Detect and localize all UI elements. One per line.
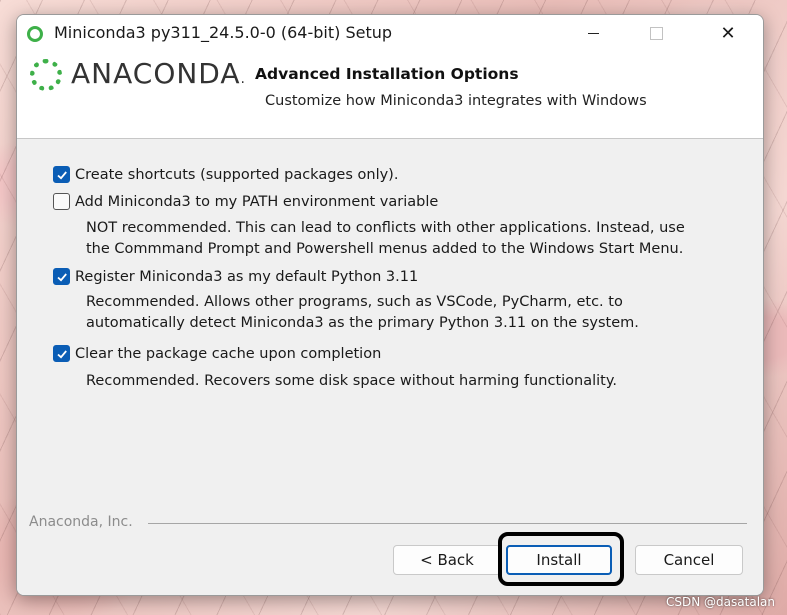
register-python-checkbox[interactable] (53, 268, 70, 285)
cancel-button[interactable]: Cancel (635, 545, 743, 575)
option-clear-cache[interactable]: Clear the package cache upon completion (53, 345, 381, 362)
description-line: the Commmand Prompt and Powershell menus… (86, 241, 684, 257)
page-subtitle: Customize how Miniconda3 integrates with… (265, 93, 647, 109)
close-icon: ✕ (720, 22, 736, 44)
register-python-description: Recommended. Allows other programs, such… (86, 292, 639, 334)
add-to-path-description: NOT recommended. This can lead to confli… (86, 218, 685, 260)
option-add-to-path[interactable]: Add Miniconda3 to my PATH environment va… (53, 193, 438, 210)
minimize-button[interactable] (570, 15, 616, 51)
logo-dot: . (240, 71, 246, 87)
maximize-icon (649, 26, 663, 40)
register-python-label: Register Miniconda3 as my default Python… (75, 268, 419, 285)
back-button[interactable]: < Back (393, 545, 501, 575)
description-line: automatically detect Miniconda3 as the p… (86, 315, 639, 331)
setup-window: Miniconda3 py311_24.5.0-0 (64-bit) Setup… (16, 14, 764, 596)
window-title: Miniconda3 py311_24.5.0-0 (64-bit) Setup (54, 23, 393, 42)
clear-cache-description: Recommended. Recovers some disk space wi… (86, 371, 617, 392)
description-line: Recommended. Recovers some disk space wi… (86, 373, 617, 389)
title-bar[interactable]: Miniconda3 py311_24.5.0-0 (64-bit) Setup… (17, 15, 763, 51)
close-button[interactable]: ✕ (705, 15, 751, 51)
option-create-shortcuts[interactable]: Create shortcuts (supported packages onl… (53, 166, 398, 183)
footer-divider (148, 523, 747, 524)
checkmark-icon (56, 272, 67, 281)
checkmark-icon (56, 349, 67, 358)
app-icon (27, 26, 43, 42)
page-title: Advanced Installation Options (255, 65, 519, 83)
checkmark-icon (56, 170, 67, 179)
description-line: NOT recommended. This can lead to confli… (86, 220, 685, 236)
option-register-python[interactable]: Register Miniconda3 as my default Python… (53, 268, 418, 285)
add-to-path-checkbox[interactable] (53, 193, 70, 210)
create-shortcuts-checkbox[interactable] (53, 166, 70, 183)
clear-cache-checkbox[interactable] (53, 345, 70, 362)
description-line: Recommended. Allows other programs, such… (86, 294, 623, 310)
minimize-icon (587, 32, 599, 34)
logo-text: ANACONDA (71, 57, 241, 90)
anaconda-logo-icon (30, 59, 62, 91)
maximize-button (633, 15, 679, 51)
anaconda-logo: ANACONDA. (71, 57, 246, 90)
watermark: CSDN @dasatalan (666, 595, 775, 609)
clear-cache-label: Clear the package cache upon completion (75, 345, 382, 362)
create-shortcuts-label: Create shortcuts (supported packages onl… (75, 166, 399, 183)
add-to-path-label: Add Miniconda3 to my PATH environment va… (75, 193, 439, 210)
install-highlight-box (498, 532, 624, 586)
footer-brand: Anaconda, Inc. (29, 514, 133, 530)
